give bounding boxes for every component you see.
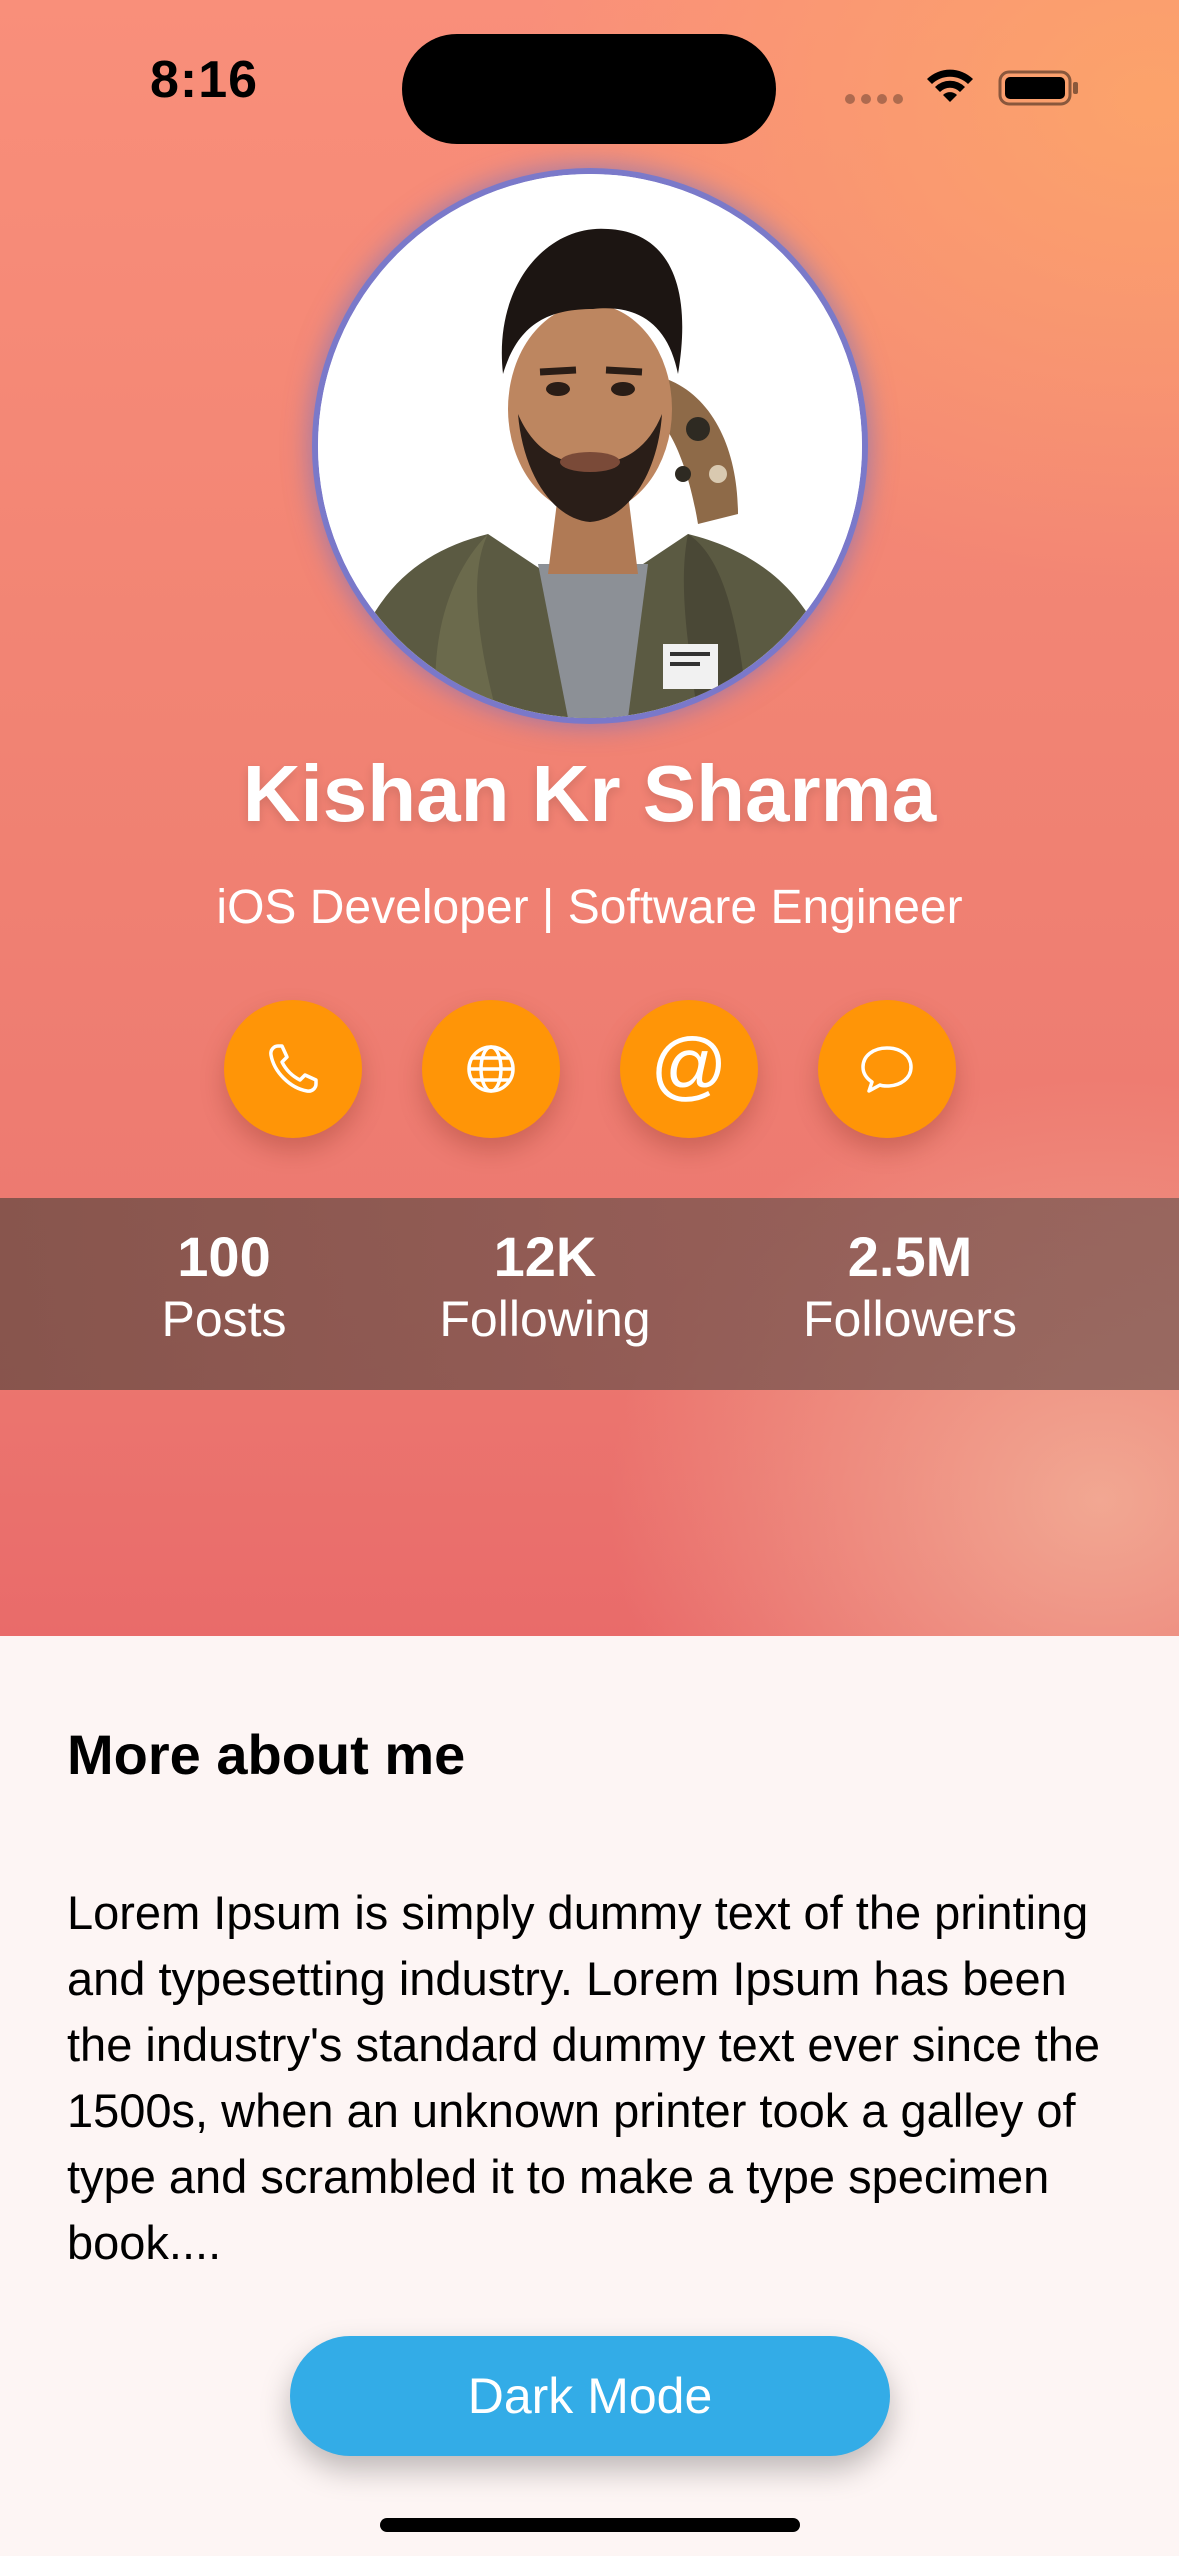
- stat-posts-label: Posts: [161, 1290, 287, 1347]
- profile-avatar[interactable]: [318, 174, 862, 718]
- dynamic-island: [402, 34, 776, 144]
- call-button[interactable]: [224, 1000, 362, 1138]
- home-indicator[interactable]: [380, 2518, 800, 2532]
- stat-following-label: Following: [439, 1290, 651, 1347]
- contact-actions: @: [224, 1000, 956, 1138]
- message-bubble-icon: [861, 1046, 913, 1093]
- email-button[interactable]: @: [620, 1000, 758, 1138]
- stat-followers[interactable]: 2.5M Followers: [760, 1226, 1060, 1350]
- globe-icon: [467, 1045, 515, 1093]
- at-sign-icon: @: [650, 1023, 728, 1108]
- stat-following-value: 12K: [493, 1225, 597, 1288]
- profile-title: iOS Developer | Software Engineer: [216, 881, 963, 934]
- status-bar-time: 8:16: [150, 51, 259, 109]
- wifi-icon: [927, 69, 973, 102]
- about-heading: More about me: [67, 1723, 466, 1786]
- website-button[interactable]: [422, 1000, 560, 1138]
- stat-followers-value: 2.5M: [847, 1225, 973, 1288]
- stat-following[interactable]: 12K Following: [395, 1226, 695, 1350]
- stat-posts-value: 100: [177, 1225, 271, 1288]
- about-text: Lorem Ipsum is simply dummy text of the …: [67, 1886, 1101, 2269]
- cellular-signal-icon: [845, 94, 903, 104]
- profile-stats: 100 Posts 12K Following 2.5M Followers: [0, 1198, 1179, 1390]
- phone-icon: [269, 1044, 318, 1093]
- battery-icon: [998, 70, 1078, 106]
- stat-posts[interactable]: 100 Posts: [74, 1226, 374, 1350]
- profile-name: Kishan Kr Sharma: [242, 749, 937, 838]
- message-button[interactable]: [818, 1000, 956, 1138]
- profile-photo: [318, 174, 862, 718]
- dark-mode-button[interactable]: Dark Mode: [290, 2336, 890, 2456]
- stat-followers-label: Followers: [803, 1290, 1017, 1347]
